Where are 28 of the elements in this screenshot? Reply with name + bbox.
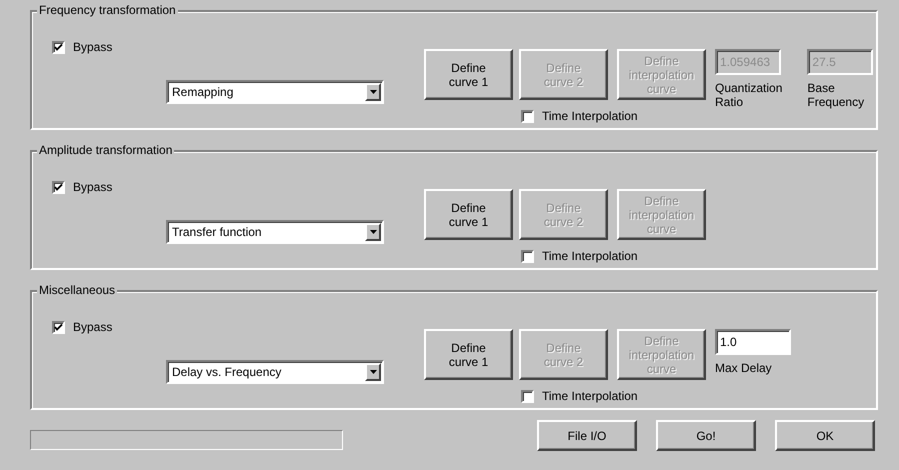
checkbox-label: Time Interpolation — [542, 109, 638, 123]
group-title: Miscellaneous — [37, 283, 118, 297]
checkbox[interactable] — [52, 40, 65, 54]
define-curve-button[interactable]: Define curve 1 — [424, 49, 513, 100]
checkbox-label: Bypass — [73, 180, 112, 194]
checkbox[interactable] — [52, 180, 65, 194]
dialog-button[interactable]: OK — [775, 420, 875, 451]
checkbox-label: Time Interpolation — [542, 249, 638, 263]
dialog-button[interactable]: Go! — [656, 420, 756, 451]
field-label: Quantization Ratio — [715, 81, 782, 109]
field-label: Base Frequency — [807, 81, 866, 109]
mode-dropdown[interactable]: Delay vs. Frequency — [166, 360, 384, 384]
checkbox[interactable] — [521, 250, 534, 262]
mode-dropdown[interactable]: Remapping — [166, 80, 384, 104]
checkbox[interactable] — [521, 390, 534, 402]
dialog-button[interactable]: File I/O — [537, 420, 637, 451]
field-label: Max Delay — [715, 361, 773, 375]
checkbox-label: Time Interpolation — [542, 389, 638, 403]
mode-dropdown[interactable]: Transfer function — [166, 220, 384, 244]
input-field[interactable]: 1.0 — [715, 329, 791, 355]
group-title: Amplitude transformation — [37, 143, 174, 157]
define-curve-button[interactable]: Define curve 1 — [424, 329, 513, 380]
checkbox[interactable] — [52, 320, 65, 334]
define-curve-button[interactable]: Define curve 1 — [424, 189, 513, 240]
checkbox[interactable] — [521, 110, 534, 122]
checkbox-label: Bypass — [73, 320, 112, 334]
group-title: Frequency transformation — [37, 3, 178, 17]
checkbox-label: Bypass — [73, 40, 112, 54]
